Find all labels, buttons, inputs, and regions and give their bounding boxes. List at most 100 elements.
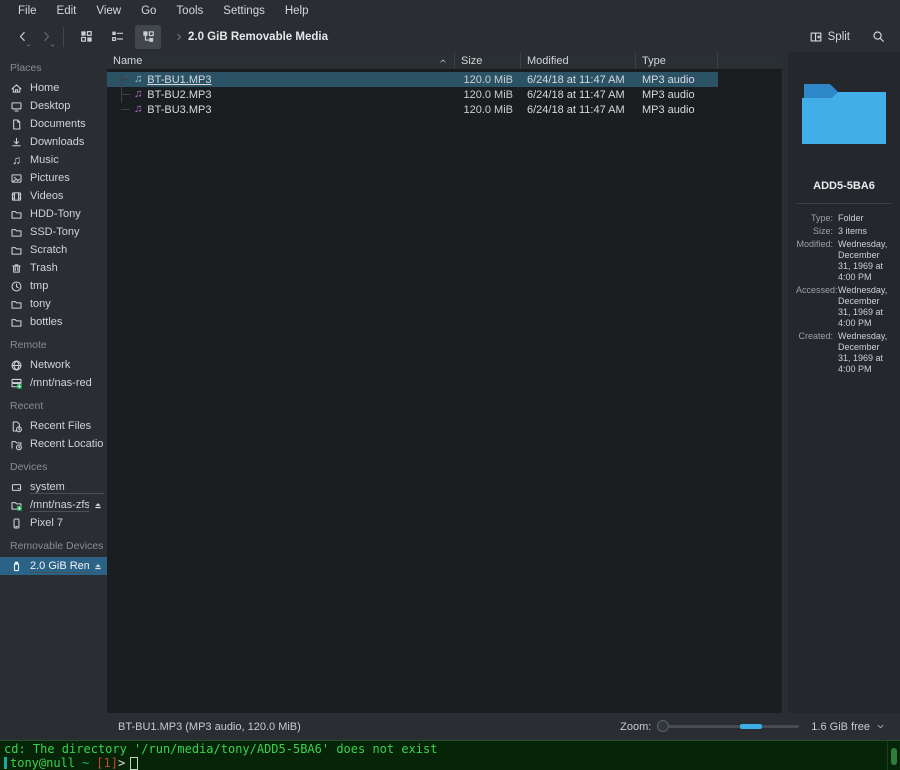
sidebar-item-recent-files[interactable]: Recent Files — [0, 417, 107, 435]
sidebar-item-ssd-tony[interactable]: SSD-Tony — [0, 223, 107, 241]
eject-button[interactable] — [91, 560, 104, 573]
sidebar-item-pictures[interactable]: Pictures — [0, 169, 107, 187]
sidebar-item-system[interactable]: system — [0, 478, 107, 496]
split-button[interactable]: Split — [809, 30, 850, 44]
column-header-type[interactable]: Type — [636, 52, 718, 69]
search-button[interactable] — [866, 25, 890, 49]
zoom-slider[interactable] — [659, 725, 799, 728]
sidebar-item-scratch[interactable]: Scratch — [0, 241, 107, 259]
folder-preview-icon — [796, 74, 892, 150]
sidebar-item-nas-red[interactable]: /mnt/nas-red — [0, 374, 107, 392]
forward-button[interactable] — [34, 25, 58, 49]
free-space-widget[interactable]: 1.6 GiB free — [811, 721, 886, 733]
property-label: Type: — [796, 213, 838, 224]
menu-view[interactable]: View — [86, 3, 131, 19]
sidebar-item-label: /mnt/nas-zfs — [30, 499, 89, 512]
sidebar-item-documents[interactable]: Documents — [0, 115, 107, 133]
sidebar-item-home[interactable]: Home — [0, 79, 107, 97]
property-row: Created: Wednesday, December 31, 1969 at… — [796, 331, 892, 375]
section-label-recent: Recent — [0, 392, 107, 417]
forward-dropdown-caret — [49, 42, 56, 49]
icons-view-button[interactable] — [73, 25, 99, 49]
property-label: Size: — [796, 226, 838, 237]
table-row[interactable]: ♫ BT-BU3.MP3 120.0 MiB 6/24/18 at 11:47 … — [107, 102, 782, 117]
column-label: Size — [461, 55, 482, 67]
column-header-name[interactable]: Name — [107, 52, 455, 69]
table-row[interactable]: ♫ BT-BU1.MP3 120.0 MiB 6/24/18 at 11:47 … — [107, 72, 782, 87]
menu-go[interactable]: Go — [131, 3, 166, 19]
menu-help[interactable]: Help — [275, 3, 319, 19]
breadcrumb[interactable]: 2.0 GiB Removable Media — [188, 31, 328, 43]
file-type: MP3 audio — [636, 87, 718, 102]
sidebar-item-desktop[interactable]: Desktop — [0, 97, 107, 115]
sidebar-item-tony[interactable]: tony — [0, 295, 107, 313]
column-header-modified[interactable]: Modified — [521, 52, 636, 69]
folder-icon — [10, 298, 23, 311]
sidebar-item-recent-locations[interactable]: Recent Locations — [0, 435, 107, 453]
sidebar-item-pixel-7[interactable]: Pixel 7 — [0, 514, 107, 532]
file-size: 120.0 MiB — [455, 72, 521, 87]
zoom-label: Zoom: — [620, 721, 651, 733]
icons-view-icon — [79, 29, 94, 44]
property-label: Created: — [796, 331, 838, 375]
terminal-cursor — [130, 757, 138, 770]
section-label-devices: Devices — [0, 453, 107, 478]
sidebar-item-nas-zfs[interactable]: /mnt/nas-zfs — [0, 496, 107, 514]
sidebar-item-videos[interactable]: Videos — [0, 187, 107, 205]
places-panel: Places Home Desktop Documents Downloads … — [0, 52, 107, 713]
file-view: Name Size Modified Type ♫ BT-BU1.MP3 — [107, 52, 782, 713]
clock-icon — [10, 280, 23, 293]
property-row: Accessed: Wednesday, December 31, 1969 a… — [796, 285, 892, 329]
sidebar-item-trash[interactable]: Trash — [0, 259, 107, 277]
tree-branch-stub — [121, 109, 130, 110]
information-panel: ADD5-5BA6 Type: Folder Size: 3 items Mod… — [788, 52, 900, 713]
home-icon — [10, 82, 23, 95]
tree-branch-stub — [121, 94, 130, 95]
details-view-button[interactable] — [104, 25, 130, 49]
table-row[interactable]: ♫ BT-BU2.MP3 120.0 MiB 6/24/18 at 11:47 … — [107, 87, 782, 102]
desktop-icon — [10, 100, 23, 113]
menu-file[interactable]: File — [8, 3, 47, 19]
terminal-prompt-line[interactable]: tony@null ~ [1] > — [4, 756, 900, 770]
recent-file-icon — [10, 420, 23, 433]
terminal-panel[interactable]: cd: The directory '/run/media/tony/ADD5-… — [0, 740, 900, 770]
sidebar-item-music[interactable]: ♫ Music — [0, 151, 107, 169]
sidebar-item-tmp[interactable]: tmp — [0, 277, 107, 295]
menu-tools[interactable]: Tools — [166, 3, 213, 19]
tree-view-button[interactable] — [135, 25, 161, 49]
disk-usage-bar — [30, 511, 89, 512]
sidebar-item-hdd-tony[interactable]: HDD-Tony — [0, 205, 107, 223]
property-row: Size: 3 items — [796, 226, 892, 237]
zoom-slider-handle[interactable] — [657, 720, 669, 732]
property-value: Wednesday, December 31, 1969 at 4:00 PM — [838, 285, 892, 329]
sidebar-item-label: Recent Files — [30, 420, 104, 433]
sidebar-item-label: Network — [30, 359, 104, 372]
eject-button[interactable] — [91, 499, 104, 512]
sidebar-item-bottles[interactable]: bottles — [0, 313, 107, 331]
back-dropdown-caret — [25, 42, 32, 49]
split-label: Split — [828, 31, 850, 43]
music-note-icon: ♫ — [10, 154, 23, 167]
free-space-text: 1.6 GiB free — [811, 721, 870, 733]
file-modified: 6/24/18 at 11:47 AM — [521, 87, 636, 102]
sidebar-item-removable-media[interactable]: 2.0 GiB Remov... — [0, 557, 107, 575]
menu-edit[interactable]: Edit — [47, 3, 87, 19]
property-label: Modified: — [796, 239, 838, 283]
menu-settings[interactable]: Settings — [213, 3, 275, 19]
sidebar-item-downloads[interactable]: Downloads — [0, 133, 107, 151]
terminal-scrollbar[interactable] — [887, 741, 900, 770]
sidebar-item-label: 2.0 GiB Remov... — [30, 560, 89, 573]
column-header-size[interactable]: Size — [455, 52, 521, 69]
back-button[interactable] — [10, 25, 34, 49]
sidebar-item-label: Recent Locations — [30, 438, 104, 451]
chevron-down-icon — [875, 721, 886, 732]
folder-icon — [10, 208, 23, 221]
audio-file-icon: ♫ — [134, 89, 142, 100]
status-bar: BT-BU1.MP3 (MP3 audio, 120.0 MiB) Zoom: … — [0, 713, 900, 740]
sidebar-item-network[interactable]: Network — [0, 356, 107, 374]
terminal-scrollbar-thumb[interactable] — [891, 748, 897, 765]
sort-ascending-icon — [438, 56, 448, 66]
file-size: 120.0 MiB — [455, 102, 521, 117]
breadcrumb-chevron-icon — [174, 32, 184, 42]
image-icon — [10, 172, 23, 185]
